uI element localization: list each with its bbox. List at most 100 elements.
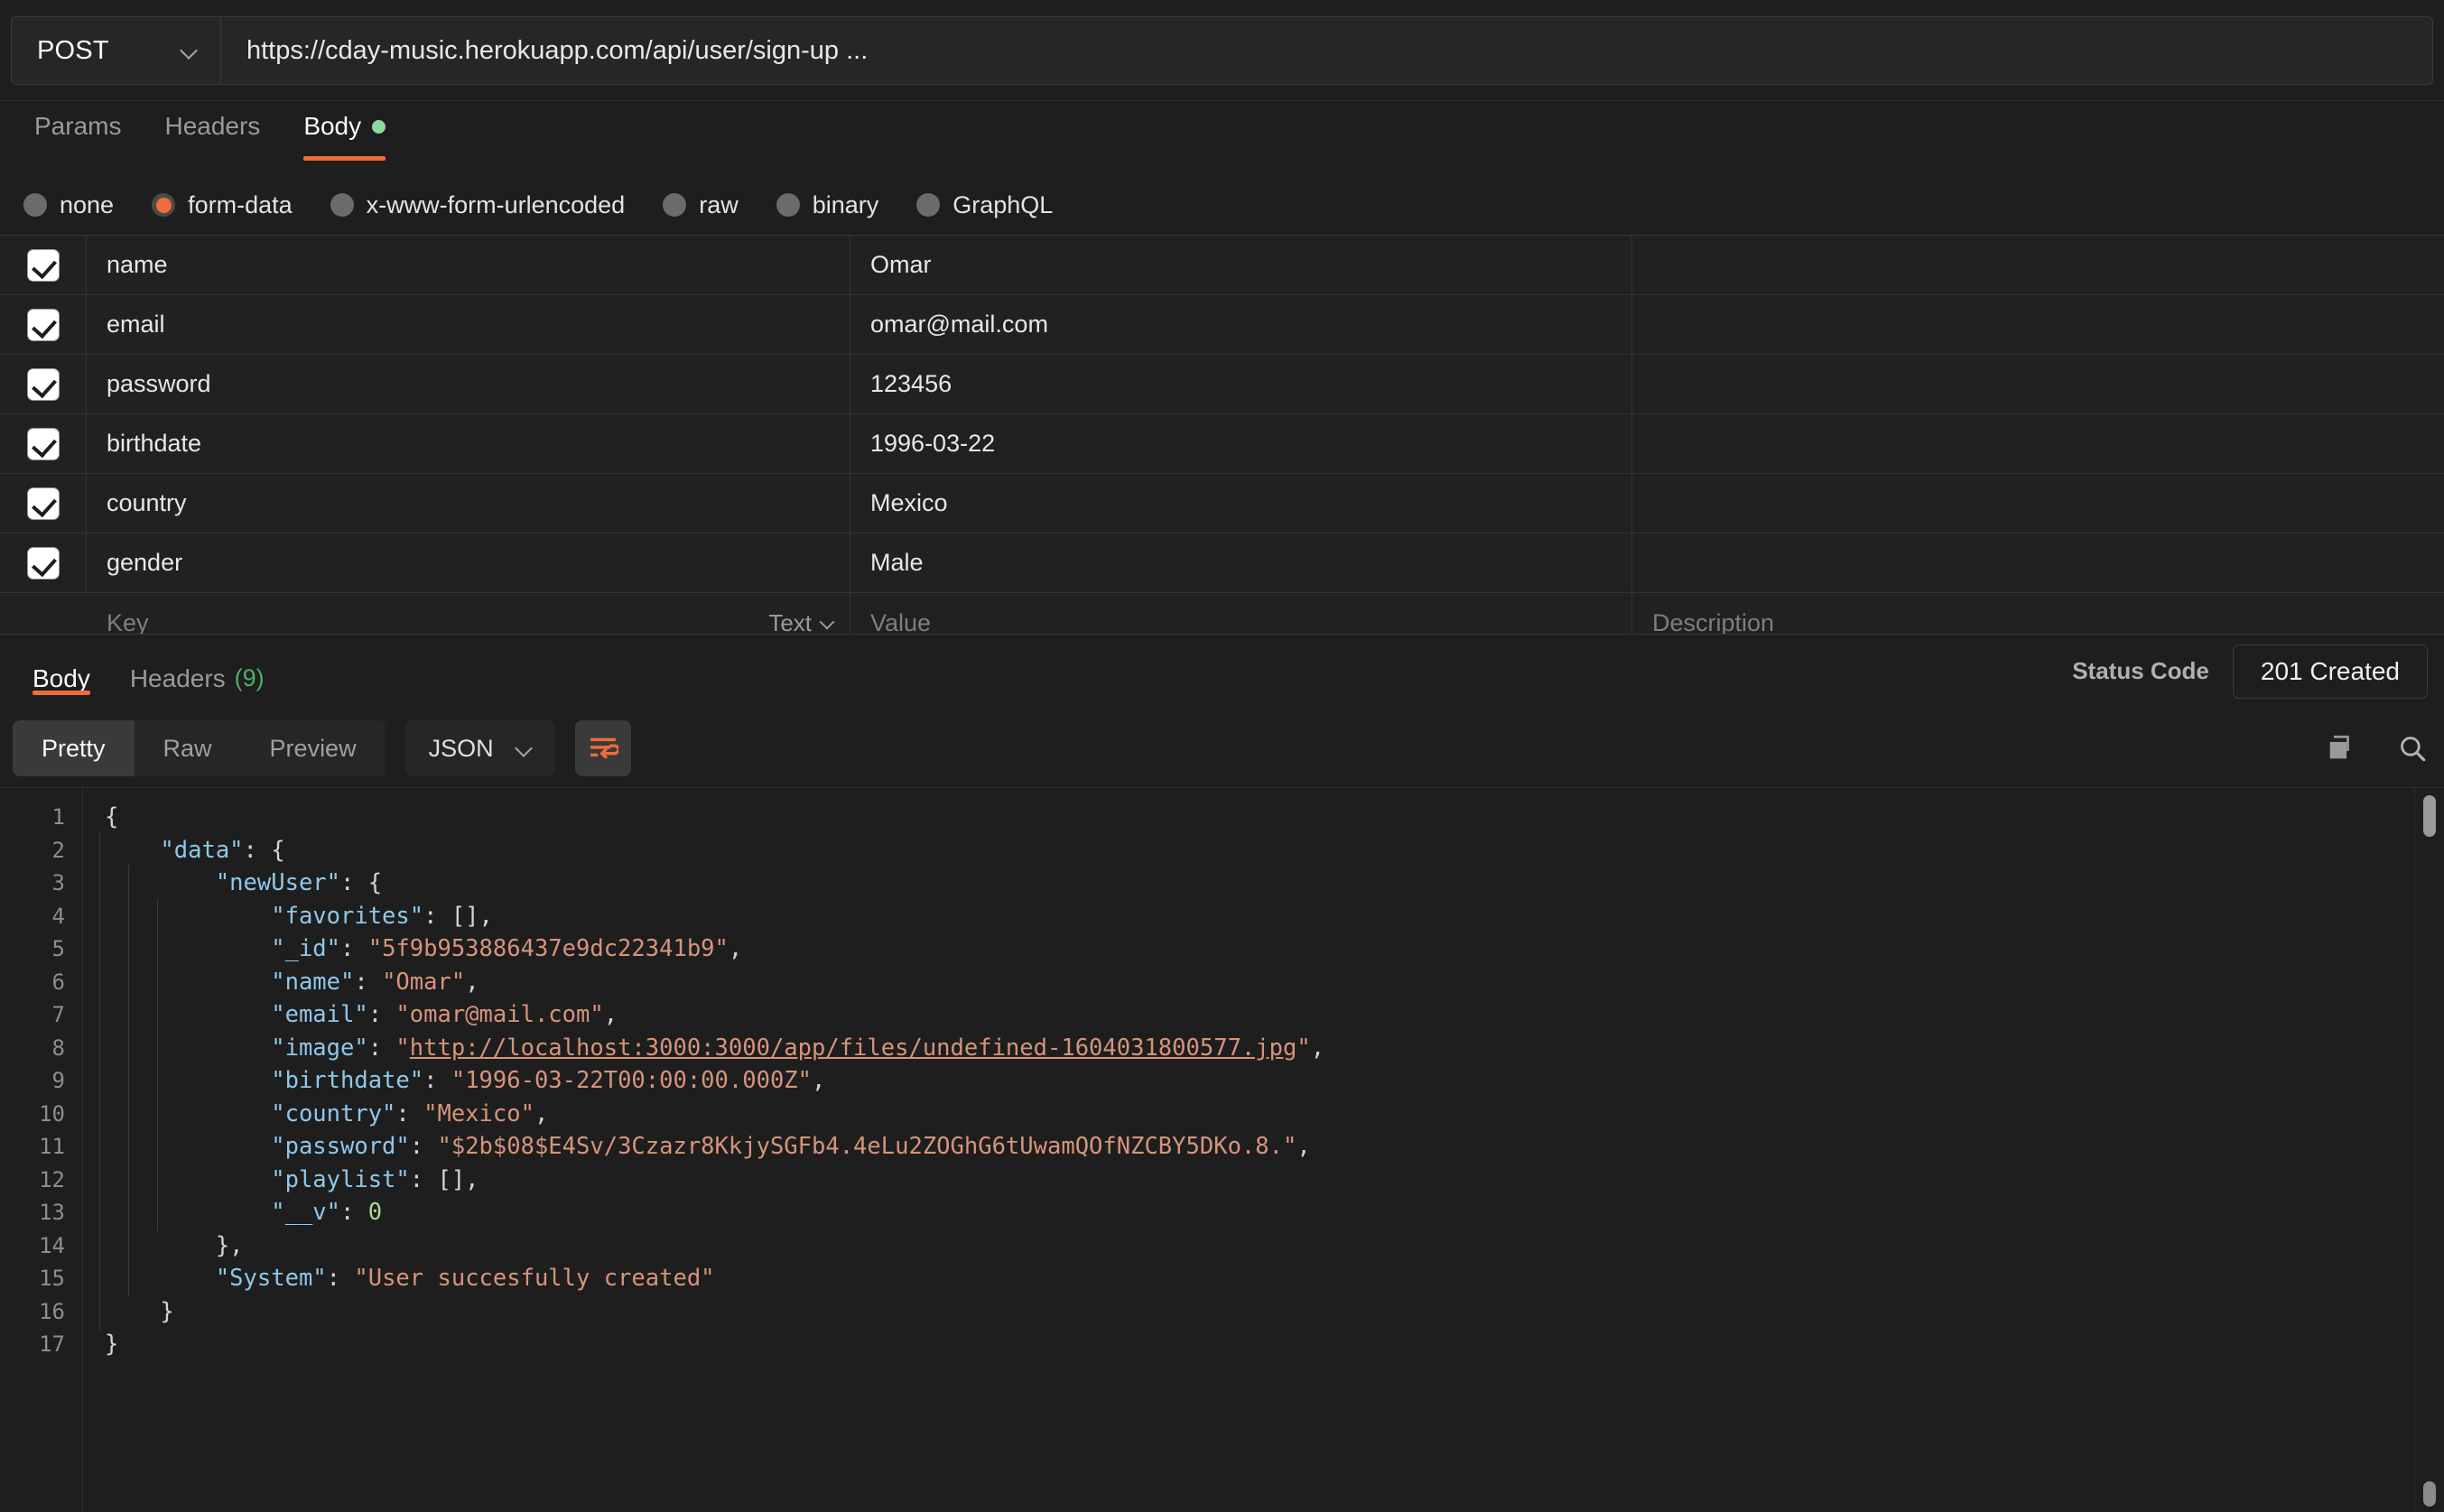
indent-guide — [128, 997, 129, 1033]
code-token: "Mexico" — [423, 1100, 534, 1127]
vertical-scrollbar-thumb[interactable] — [2423, 795, 2436, 837]
line-number: 15 — [0, 1262, 83, 1295]
code-token: "favorites" — [271, 903, 423, 930]
code-token: , — [534, 1100, 548, 1127]
tab-body[interactable]: Body — [282, 107, 407, 161]
body-type-raw[interactable]: raw — [663, 191, 739, 219]
code-token: : — [340, 1199, 368, 1226]
body-type-x-www-form-urlencoded[interactable]: x-www-form-urlencoded — [330, 191, 626, 219]
code-area-divider — [2414, 788, 2415, 1512]
row-value-cell[interactable]: Mexico — [850, 474, 1632, 533]
code-link[interactable]: http://localhost:3000:3000/app/files/und… — [410, 1034, 1297, 1062]
code-line-text: "birthdate": "1996-03-22T00:00:00.000Z", — [83, 1064, 825, 1098]
body-type-form-data[interactable]: form-data — [152, 191, 293, 219]
row-type-select[interactable]: Text — [768, 609, 833, 637]
body-type-none-label: none — [60, 191, 114, 219]
row-key-cell[interactable]: gender — [87, 533, 850, 592]
row-description-cell[interactable] — [1632, 533, 2444, 592]
indent-guide — [128, 1128, 129, 1164]
view-mode-raw[interactable]: Raw — [135, 720, 241, 776]
code-line-text: "System": "User succesfully created" — [83, 1262, 715, 1295]
indent-guide — [157, 1096, 158, 1132]
row-description-cell[interactable] — [1632, 355, 2444, 413]
body-type-binary[interactable]: binary — [776, 191, 879, 219]
code-token: " — [1296, 1034, 1310, 1062]
wrap-lines-button[interactable] — [575, 720, 631, 776]
row-type-label: Text — [768, 609, 812, 637]
indent-guide — [99, 1162, 100, 1198]
view-mode-preview[interactable]: Preview — [241, 720, 386, 776]
row-value-cell[interactable]: 123456 — [850, 355, 1632, 413]
indent-guide — [157, 898, 158, 934]
code-token: , — [1311, 1034, 1324, 1062]
code-token: "birthdate" — [271, 1067, 423, 1094]
status-code-value[interactable]: 201 Created — [2233, 645, 2428, 699]
radio-icon — [776, 193, 800, 217]
code-line-text: "email": "omar@mail.com", — [83, 998, 618, 1032]
indent-guide — [99, 865, 100, 901]
url-input[interactable]: https://cday-music.herokuapp.com/api/use… — [221, 17, 2432, 84]
body-type-graphql-label: GraphQL — [953, 191, 1053, 219]
view-mode-pretty[interactable]: Pretty — [13, 720, 135, 776]
line-number: 11 — [0, 1130, 83, 1164]
indent-guide — [128, 931, 129, 967]
row-description-cell[interactable] — [1632, 414, 2444, 473]
row-enabled-checkbox[interactable] — [28, 310, 59, 340]
search-response-button[interactable] — [2397, 733, 2428, 764]
vertical-scrollbar-end[interactable] — [2423, 1481, 2436, 1507]
http-method-select[interactable]: POST — [12, 17, 221, 84]
row-key-cell[interactable]: name — [87, 236, 850, 294]
row-key-cell[interactable]: email — [87, 295, 850, 354]
row-enabled-checkbox[interactable] — [28, 548, 59, 579]
body-type-binary-label: binary — [813, 191, 879, 219]
tab-params[interactable]: Params — [13, 107, 143, 161]
row-key-cell[interactable]: birthdate — [87, 414, 850, 473]
row-description-cell[interactable] — [1632, 474, 2444, 533]
tab-headers[interactable]: Headers — [143, 107, 282, 161]
response-body-viewer[interactable]: 1{2 "data": {3 "newUser": {4 "favorites"… — [0, 787, 2444, 1512]
table-row: genderMale — [0, 533, 2444, 593]
row-checkbox-cell — [0, 533, 87, 592]
row-enabled-checkbox[interactable] — [28, 488, 59, 519]
row-enabled-checkbox[interactable] — [28, 429, 59, 459]
response-tab-headers[interactable]: Headers (9) — [110, 635, 284, 708]
row-description-cell[interactable] — [1632, 295, 2444, 354]
code-line: 8 "image": "http://localhost:3000:3000/a… — [0, 1032, 2384, 1065]
request-tabs: Params Headers Body — [0, 107, 2444, 168]
row-key-cell[interactable]: password — [87, 355, 850, 413]
code-token: : — [340, 935, 368, 962]
code-token: } — [105, 1331, 118, 1358]
code-line: 4 "favorites": [], — [0, 900, 2384, 933]
code-token: } — [160, 1298, 173, 1325]
row-key-cell[interactable]: country — [87, 474, 850, 533]
code-token: , — [812, 1067, 825, 1094]
row-value-cell[interactable]: 1996-03-22 — [850, 414, 1632, 473]
copy-icon — [2325, 733, 2356, 764]
line-number: 5 — [0, 932, 83, 966]
code-line-text: "__v": 0 — [83, 1196, 382, 1229]
row-value-cell[interactable]: Omar — [850, 236, 1632, 294]
code-token: " — [395, 1034, 409, 1062]
indent-guide — [99, 1030, 100, 1066]
body-active-dot-icon — [372, 120, 386, 134]
code-line: 12 "playlist": [], — [0, 1164, 2384, 1197]
indent-guide — [99, 832, 100, 868]
row-checkbox-cell — [0, 355, 87, 413]
indent-guide — [128, 865, 129, 901]
body-type-none[interactable]: none — [23, 191, 114, 219]
row-value-cell[interactable]: Male — [850, 533, 1632, 592]
request-url-bar: POST https://cday-music.herokuapp.com/ap… — [0, 0, 2444, 101]
body-type-graphql[interactable]: GraphQL — [916, 191, 1053, 219]
code-line-text: "password": "$2b$08$E4Sv/3Czazr8KkjySGFb… — [83, 1130, 1311, 1164]
row-value-cell[interactable]: omar@mail.com — [850, 295, 1632, 354]
code-token: "email" — [271, 1001, 367, 1028]
view-mode-pretty-label: Pretty — [42, 735, 106, 763]
row-enabled-checkbox[interactable] — [28, 369, 59, 400]
indent-guide — [99, 1194, 100, 1230]
row-description-cell[interactable] — [1632, 236, 2444, 294]
response-format-select[interactable]: JSON — [405, 720, 555, 776]
response-tab-body[interactable]: Body — [13, 635, 110, 708]
tab-headers-label: Headers — [164, 112, 260, 141]
copy-response-button[interactable] — [2325, 733, 2356, 764]
row-enabled-checkbox[interactable] — [28, 250, 59, 281]
